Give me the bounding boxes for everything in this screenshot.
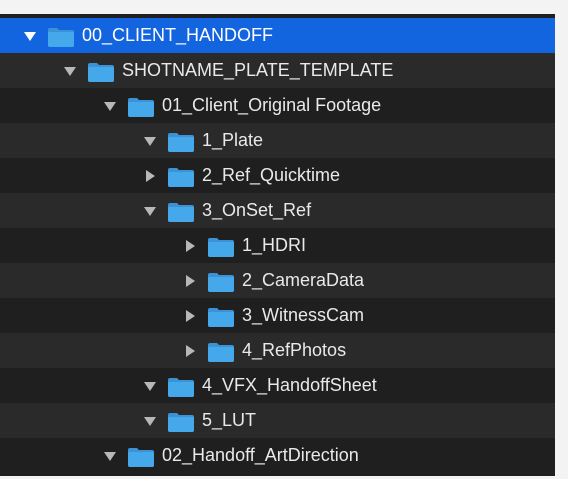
folder-icon bbox=[166, 165, 196, 187]
folder-tree: 00_CLIENT_HANDOFF SHOTNAME_PLATE_TEMPLATE… bbox=[0, 18, 555, 473]
folder-icon bbox=[126, 95, 156, 117]
folder-row[interactable]: 4_VFX_HandoffSheet bbox=[0, 368, 555, 403]
finder-list-view: 00_CLIENT_HANDOFF SHOTNAME_PLATE_TEMPLATE… bbox=[0, 0, 568, 479]
folder-icon bbox=[166, 130, 196, 152]
folder-icon bbox=[206, 340, 236, 362]
disclosure-triangle-right-icon[interactable] bbox=[178, 234, 202, 258]
folder-name-label: SHOTNAME_PLATE_TEMPLATE bbox=[122, 60, 394, 80]
disclosure-triangle-down-icon[interactable] bbox=[138, 129, 162, 153]
folder-icon bbox=[166, 410, 196, 432]
folder-icon bbox=[46, 25, 76, 47]
folder-icon bbox=[206, 270, 236, 292]
folder-row[interactable]: 4_RefPhotos bbox=[0, 333, 555, 368]
folder-name-label: 2_CameraData bbox=[242, 270, 365, 290]
folder-row[interactable]: 1_HDRI bbox=[0, 228, 555, 263]
folder-name-label: 3_OnSet_Ref bbox=[202, 200, 312, 220]
disclosure-triangle-down-icon[interactable] bbox=[98, 94, 122, 118]
disclosure-triangle-down-icon[interactable] bbox=[98, 444, 122, 468]
folder-name-label: 01_Client_Original Footage bbox=[162, 95, 382, 115]
folder-name-label: 4_RefPhotos bbox=[242, 340, 347, 360]
folder-row[interactable]: 00_CLIENT_HANDOFF bbox=[0, 18, 555, 53]
folder-name-label: 4_VFX_HandoffSheet bbox=[202, 375, 377, 395]
disclosure-triangle-right-icon[interactable] bbox=[138, 164, 162, 188]
folder-icon bbox=[166, 200, 196, 222]
window-right-border bbox=[555, 0, 568, 479]
disclosure-triangle-right-icon[interactable] bbox=[178, 304, 202, 328]
disclosure-triangle-down-icon[interactable] bbox=[18, 24, 42, 48]
folder-icon bbox=[166, 375, 196, 397]
folder-row[interactable]: SHOTNAME_PLATE_TEMPLATE bbox=[0, 53, 555, 88]
folder-row[interactable]: 01_Client_Original Footage bbox=[0, 88, 555, 123]
folder-icon bbox=[126, 445, 156, 467]
folder-name-label: 1_HDRI bbox=[242, 235, 307, 255]
disclosure-triangle-down-icon[interactable] bbox=[138, 409, 162, 433]
disclosure-triangle-down-icon[interactable] bbox=[58, 59, 82, 83]
folder-row[interactable]: 2_CameraData bbox=[0, 263, 555, 298]
folder-icon bbox=[86, 60, 116, 82]
disclosure-triangle-right-icon[interactable] bbox=[178, 339, 202, 363]
folder-name-label: 1_Plate bbox=[202, 130, 264, 150]
folder-row[interactable]: 3_WitnessCam bbox=[0, 298, 555, 333]
folder-row[interactable]: 1_Plate bbox=[0, 123, 555, 158]
folder-icon bbox=[206, 235, 236, 257]
folder-icon bbox=[206, 305, 236, 327]
disclosure-triangle-right-icon[interactable] bbox=[178, 269, 202, 293]
folder-row[interactable]: 02_Handoff_ArtDirection bbox=[0, 438, 555, 473]
folder-name-label: 02_Handoff_ArtDirection bbox=[162, 445, 359, 465]
disclosure-triangle-down-icon[interactable] bbox=[138, 199, 162, 223]
window-top-border bbox=[0, 0, 568, 14]
folder-name-label: 3_WitnessCam bbox=[242, 305, 365, 325]
disclosure-triangle-down-icon[interactable] bbox=[138, 374, 162, 398]
folder-name-label: 00_CLIENT_HANDOFF bbox=[82, 25, 274, 45]
folder-row[interactable]: 2_Ref_Quicktime bbox=[0, 158, 555, 193]
folder-row[interactable]: 5_LUT bbox=[0, 403, 555, 438]
folder-name-label: 2_Ref_Quicktime bbox=[202, 165, 341, 185]
folder-row[interactable]: 3_OnSet_Ref bbox=[0, 193, 555, 228]
folder-name-label: 5_LUT bbox=[202, 410, 257, 430]
